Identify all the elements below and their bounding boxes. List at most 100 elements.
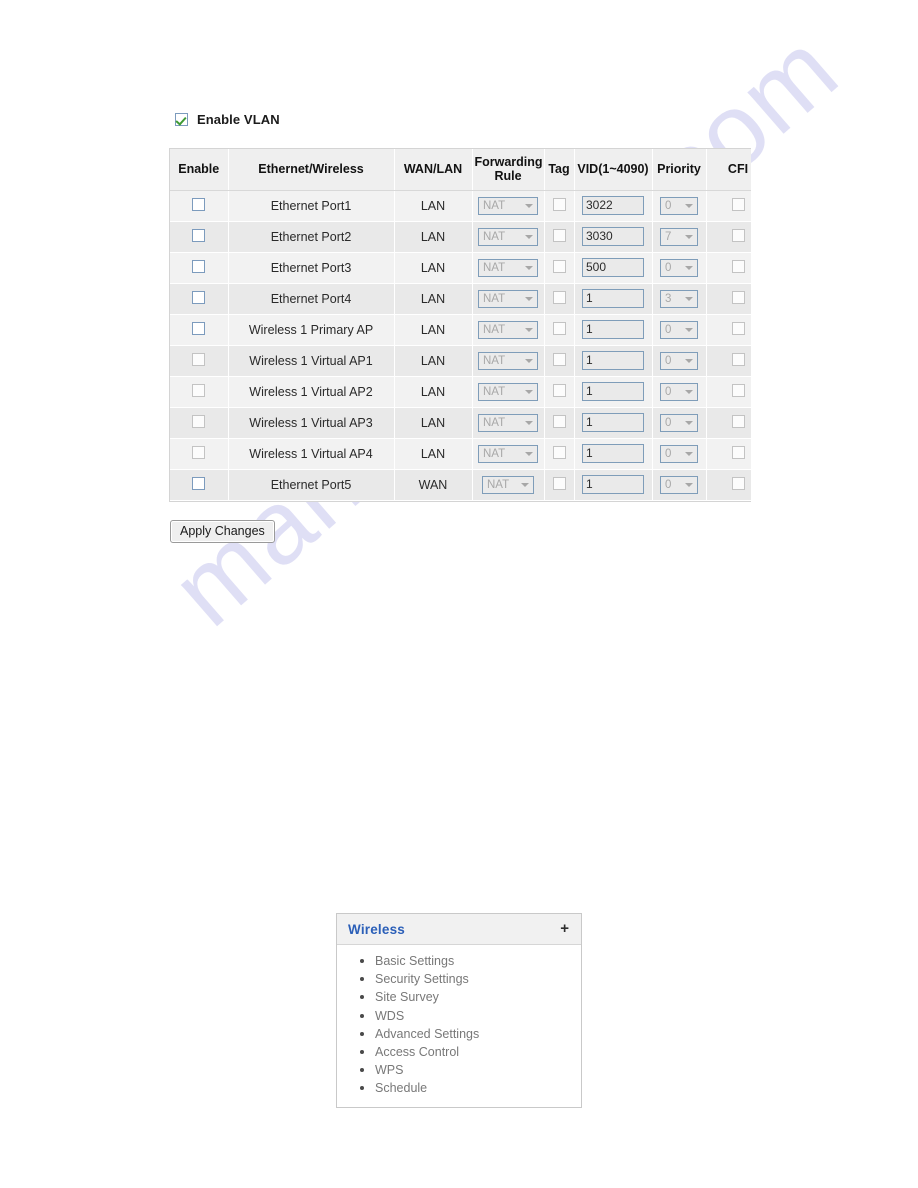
wireless-menu-item[interactable]: Basic Settings [337,952,581,970]
cell-priority: 0 [652,190,707,222]
cell-interface-name: Ethernet Port3 [228,252,395,284]
forwarding-rule-select[interactable]: NAT [478,320,538,339]
priority-select[interactable]: 7 [660,227,698,246]
wireless-menu-item[interactable]: Security Settings [337,970,581,988]
row-cfi-checkbox[interactable] [731,197,745,211]
vid-input[interactable]: 1 [582,413,644,433]
forwarding-rule-select[interactable]: NAT [478,227,538,246]
wireless-menu-item[interactable]: Schedule [337,1079,581,1097]
forwarding-rule-line1: Forwarding [474,155,543,169]
wireless-menu-item[interactable]: Access Control [337,1043,581,1061]
forwarding-rule-select[interactable]: NAT [478,413,538,432]
row-cfi-checkbox[interactable] [731,321,745,335]
row-enable-checkbox[interactable] [192,321,206,335]
row-cfi-checkbox[interactable] [731,476,745,490]
expand-plus-icon[interactable]: + [560,921,569,936]
row-cfi-checkbox[interactable] [731,445,745,459]
priority-select[interactable]: 0 [660,444,698,463]
priority-select[interactable]: 0 [660,196,698,215]
cell-cfi [706,283,751,315]
cell-priority: 0 [652,345,707,377]
row-enable-checkbox [192,445,206,459]
forwarding-rule-select[interactable]: NAT [482,475,534,494]
priority-select[interactable]: 3 [660,289,698,308]
row-enable-checkbox[interactable] [192,228,206,242]
row-tag-checkbox[interactable] [552,321,566,335]
forwarding-rule-select[interactable]: NAT [478,258,538,277]
row-cfi-checkbox[interactable] [731,414,745,428]
row-tag-checkbox[interactable] [552,259,566,273]
cell-interface-name: Ethernet Port2 [228,221,395,253]
forwarding-rule-select[interactable]: NAT [478,196,538,215]
row-tag-checkbox[interactable] [552,383,566,397]
wireless-menu-item[interactable]: WPS [337,1061,581,1079]
column-header-ethernet-wireless: Ethernet/Wireless [228,149,395,191]
table-header-row: Enable Ethernet/Wireless WAN/LAN Forward… [170,149,751,191]
cell-interface-name: Wireless 1 Virtual AP4 [228,438,395,470]
vid-input[interactable]: 1 [582,475,644,495]
apply-changes-button[interactable]: Apply Changes [170,520,275,543]
forwarding-rule-select[interactable]: NAT [478,382,538,401]
cell-tag [544,190,575,222]
priority-select[interactable]: 0 [660,413,698,432]
vid-input[interactable]: 3022 [582,196,644,216]
row-enable-checkbox[interactable] [192,197,206,211]
priority-select[interactable]: 0 [660,382,698,401]
cell-interface-name: Wireless 1 Virtual AP1 [228,345,395,377]
priority-value: 7 [665,230,672,243]
chevron-down-icon [522,322,536,338]
row-cfi-checkbox[interactable] [731,259,745,273]
table-row: Wireless 1 Virtual AP2 LAN NAT 1 0 [170,376,751,408]
cell-wan-lan: LAN [394,283,473,315]
forwarding-rule-select[interactable]: NAT [478,289,538,308]
vid-input[interactable]: 1 [582,289,644,309]
wireless-menu-item[interactable]: Site Survey [337,988,581,1006]
cell-cfi [706,376,751,408]
wireless-menu-header[interactable]: Wireless + [337,914,581,945]
forwarding-rule-select[interactable]: NAT [478,444,538,463]
chevron-down-icon [522,415,536,431]
cell-forwarding-rule: NAT [472,252,545,284]
vid-input[interactable]: 500 [582,258,644,278]
priority-select[interactable]: 0 [660,475,698,494]
row-cfi-checkbox[interactable] [731,383,745,397]
row-tag-checkbox[interactable] [552,197,566,211]
row-tag-checkbox[interactable] [552,352,566,366]
forwarding-rule-select[interactable]: NAT [478,351,538,370]
enable-vlan-label: Enable VLAN [197,112,280,127]
vid-input[interactable]: 1 [582,320,644,340]
chevron-down-icon [522,229,536,245]
cell-enable [170,407,229,439]
row-cfi-checkbox[interactable] [731,352,745,366]
vid-input[interactable]: 1 [582,382,644,402]
priority-select[interactable]: 0 [660,258,698,277]
chevron-down-icon [522,260,536,276]
enable-vlan-checkbox[interactable] [175,113,188,126]
row-tag-checkbox[interactable] [552,290,566,304]
row-tag-checkbox[interactable] [552,476,566,490]
vid-input[interactable]: 1 [582,444,644,464]
row-enable-checkbox [192,352,206,366]
cell-tag [544,252,575,284]
row-cfi-checkbox[interactable] [731,228,745,242]
row-tag-checkbox[interactable] [552,228,566,242]
cell-enable [170,376,229,408]
row-tag-checkbox[interactable] [552,445,566,459]
priority-select[interactable]: 0 [660,320,698,339]
wireless-menu-item[interactable]: WDS [337,1007,581,1025]
cell-forwarding-rule: NAT [472,283,545,315]
cell-interface-name: Wireless 1 Primary AP [228,314,395,346]
vid-input[interactable]: 3030 [582,227,644,247]
row-enable-checkbox[interactable] [192,290,206,304]
table-row: Ethernet Port4 LAN NAT 1 3 [170,283,751,315]
vid-input[interactable]: 1 [582,351,644,371]
row-tag-checkbox[interactable] [552,414,566,428]
priority-select[interactable]: 0 [660,351,698,370]
cell-cfi [706,438,751,470]
row-cfi-checkbox[interactable] [731,290,745,304]
cell-cfi [706,190,751,222]
row-enable-checkbox[interactable] [192,259,206,273]
row-enable-checkbox[interactable] [192,476,206,490]
wireless-menu-item[interactable]: Advanced Settings [337,1025,581,1043]
cell-vid: 1 [574,314,653,346]
